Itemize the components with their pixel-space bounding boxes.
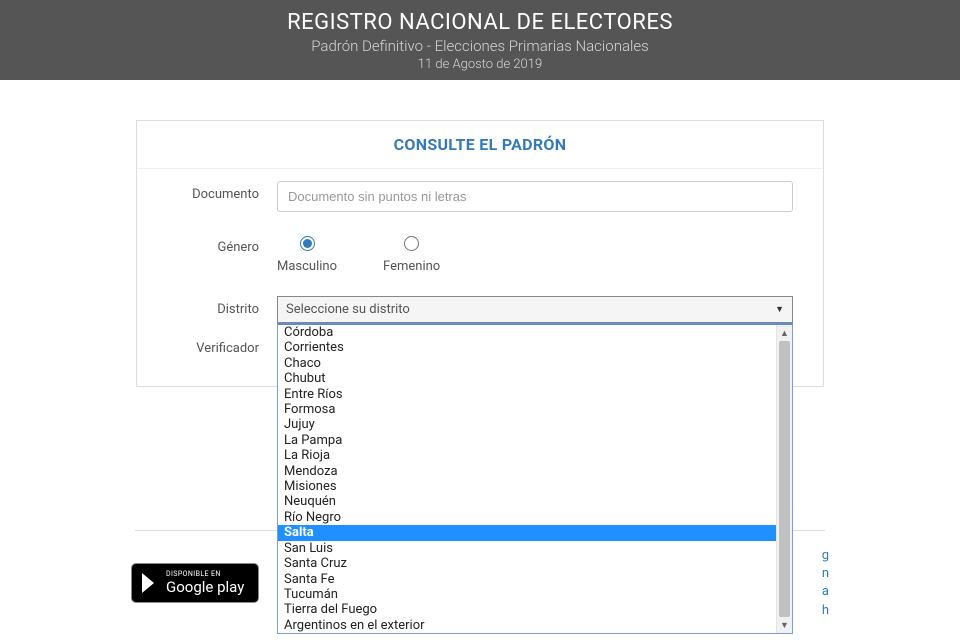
distrito-option[interactable]: San Luis <box>278 541 776 556</box>
scroll-up-icon[interactable]: ▲ <box>777 325 792 341</box>
form-card: CONSULTE EL PADRÓN Documento Género Masc… <box>136 120 824 387</box>
radio-masculino-label: Masculino <box>277 259 337 274</box>
gplay-big-text: Google play <box>166 579 244 596</box>
chevron-down-icon: ▼ <box>775 304 784 315</box>
distrito-option[interactable]: Salta <box>278 525 776 540</box>
distrito-option[interactable]: Chaco <box>278 356 776 371</box>
distrito-option[interactable]: La Pampa <box>278 433 776 448</box>
radio-femenino-label: Femenino <box>383 259 440 274</box>
page-subtitle: Padrón Definitivo - Elecciones Primarias… <box>0 37 960 55</box>
scroll-down-icon[interactable]: ▼ <box>777 617 792 633</box>
google-play-icon <box>140 572 160 594</box>
footer-right-text: g n a h <box>822 547 829 620</box>
distrito-option[interactable]: Santa Fe <box>278 572 776 587</box>
distrito-option[interactable]: Tierra del Fuego <box>278 602 776 617</box>
page-date: 11 de Agosto de 2019 <box>0 57 960 72</box>
page-header: REGISTRO NACIONAL DE ELECTORES Padrón De… <box>0 0 960 80</box>
google-play-badge[interactable]: DISPONIBLE EN Google play <box>131 563 259 603</box>
radio-femenino-input[interactable] <box>404 236 419 251</box>
genero-label: Género <box>167 234 277 255</box>
distrito-option[interactable]: La Rioja <box>278 448 776 463</box>
distrito-option[interactable]: Chubut <box>278 371 776 386</box>
distrito-option[interactable]: Tucumán <box>278 587 776 602</box>
distrito-option[interactable]: Formosa <box>278 402 776 417</box>
distrito-option[interactable]: Argentinos en el exterior <box>278 618 776 633</box>
distrito-option[interactable]: Corrientes <box>278 340 776 355</box>
distrito-option[interactable]: Misiones <box>278 479 776 494</box>
distrito-label: Distrito <box>167 296 277 317</box>
distrito-option[interactable]: Río Negro <box>278 510 776 525</box>
distrito-option[interactable]: Neuquén <box>278 494 776 509</box>
documento-label: Documento <box>167 181 277 202</box>
radio-masculino-input[interactable] <box>300 236 315 251</box>
documento-input[interactable] <box>277 181 793 212</box>
scroll-thumb[interactable] <box>779 341 790 617</box>
distrito-dropdown: CórdobaCorrientesChacoChubutEntre RíosFo… <box>277 323 793 634</box>
distrito-select[interactable]: Seleccione su distrito ▼ <box>277 296 793 323</box>
page-title: REGISTRO NACIONAL DE ELECTORES <box>0 10 960 35</box>
distrito-selected-text: Seleccione su distrito <box>286 302 410 317</box>
scrollbar[interactable]: ▲ ▼ <box>776 325 792 633</box>
distrito-option[interactable]: Mendoza <box>278 464 776 479</box>
distrito-option[interactable]: Entre Ríos <box>278 387 776 402</box>
radio-masculino[interactable]: Masculino <box>277 236 337 274</box>
distrito-option[interactable]: Córdoba <box>278 325 776 340</box>
distrito-option[interactable]: Jujuy <box>278 417 776 432</box>
verificador-label: Verificador <box>167 335 277 356</box>
card-title: CONSULTE EL PADRÓN <box>137 121 823 168</box>
radio-femenino[interactable]: Femenino <box>383 236 440 274</box>
distrito-option[interactable]: Santa Cruz <box>278 556 776 571</box>
